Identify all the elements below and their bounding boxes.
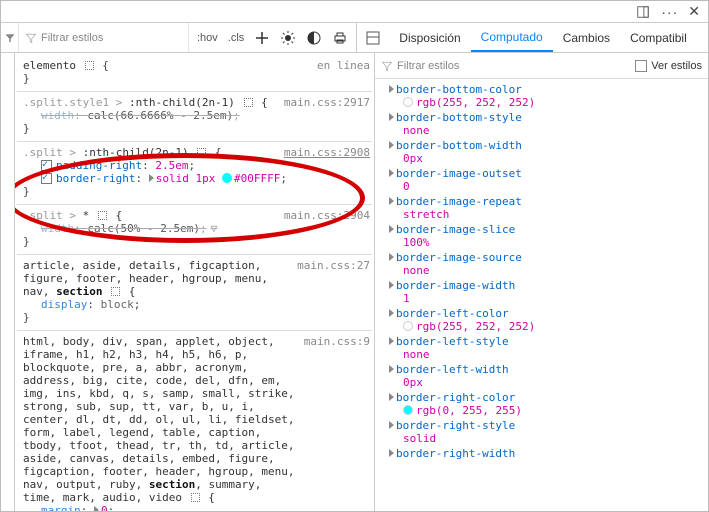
filter-styles-right[interactable]: Filtrar estilos: [381, 60, 459, 72]
computed-property[interactable]: border-left-colorrgb(255, 252, 252): [389, 307, 704, 333]
css-selector[interactable]: article, aside, details, figcaption, fig…: [23, 259, 297, 298]
source-link[interactable]: main.css:2917: [284, 96, 370, 109]
dock-icon[interactable]: [635, 4, 651, 20]
computed-property[interactable]: border-image-outset0: [389, 167, 704, 193]
css-selector[interactable]: .split > * {: [23, 209, 122, 222]
print-sim-icon[interactable]: [332, 30, 348, 46]
more-icon[interactable]: ···: [661, 4, 678, 20]
funnel-icon: [25, 32, 37, 44]
filter-styles-left[interactable]: Filtrar estilos: [19, 23, 189, 52]
element-rule: elemento {: [23, 59, 109, 72]
computed-property[interactable]: border-image-width1: [389, 279, 704, 305]
computed-property[interactable]: border-right-stylesolid: [389, 419, 704, 445]
ver-estilos-checkbox[interactable]: Ver estilos: [635, 60, 702, 72]
css-selector[interactable]: html, body, div, span, applet, object, i…: [23, 335, 304, 504]
computed-property[interactable]: border-bottom-colorrgb(255, 252, 252): [389, 83, 704, 109]
css-declaration[interactable]: padding-right: 2.5em;: [23, 159, 370, 172]
css-declaration[interactable]: border-right: solid 1px #00FFFF;: [23, 172, 370, 185]
source-link[interactable]: main.css:2904: [284, 209, 370, 222]
source-link[interactable]: main.css:27: [297, 259, 370, 298]
layout-panel-icon[interactable]: [365, 30, 381, 46]
source-link[interactable]: main.css:2908: [284, 146, 370, 159]
computed-property[interactable]: border-left-width0px: [389, 363, 704, 389]
css-declaration[interactable]: width: calc(50% - 2.5em);▽: [23, 222, 370, 235]
source-link[interactable]: main.css:9: [304, 335, 370, 504]
css-selector[interactable]: .split > :nth-child(2n-1) {: [23, 146, 221, 159]
grid-icon: [85, 61, 94, 70]
computed-property[interactable]: border-bottom-stylenone: [389, 111, 704, 137]
close-icon[interactable]: ✕: [688, 3, 700, 20]
inline-label: en línea: [317, 59, 370, 72]
cls-toggle[interactable]: .cls: [228, 32, 245, 44]
tab-disposición[interactable]: Disposición: [389, 23, 470, 52]
theme-light-icon[interactable]: [280, 30, 296, 46]
add-rule-icon[interactable]: [254, 30, 270, 46]
funnel-icon: [381, 60, 393, 72]
css-declaration[interactable]: margin: 0;: [23, 504, 370, 511]
funnel-icon[interactable]: ▽: [207, 222, 218, 235]
tab-compatibil[interactable]: Compatibil: [620, 23, 697, 52]
toggle-checkbox[interactable]: [41, 160, 52, 171]
theme-dark-icon[interactable]: [306, 30, 322, 46]
tab-computado[interactable]: Computado: [471, 23, 553, 52]
computed-property[interactable]: border-left-stylenone: [389, 335, 704, 361]
css-declaration[interactable]: display: block;: [23, 298, 370, 311]
computed-property[interactable]: border-image-repeatstretch: [389, 195, 704, 221]
computed-property[interactable]: border-right-colorrgb(0, 255, 255): [389, 391, 704, 417]
funnel-icon[interactable]: [1, 23, 19, 52]
computed-property[interactable]: border-bottom-width0px: [389, 139, 704, 165]
hov-toggle[interactable]: :hov: [197, 32, 218, 44]
filter-placeholder: Filtrar estilos: [41, 32, 103, 44]
computed-property[interactable]: border-image-sourcenone: [389, 251, 704, 277]
toggle-checkbox[interactable]: [41, 173, 52, 184]
computed-property[interactable]: border-image-slice100%: [389, 223, 704, 249]
css-selector[interactable]: .split.style1 > :nth-child(2n-1) {: [23, 96, 268, 109]
css-declaration[interactable]: width: calc(66.6666% - 2.5em);: [23, 109, 370, 122]
computed-property[interactable]: border-right-width: [389, 447, 704, 460]
tab-cambios[interactable]: Cambios: [553, 23, 620, 52]
